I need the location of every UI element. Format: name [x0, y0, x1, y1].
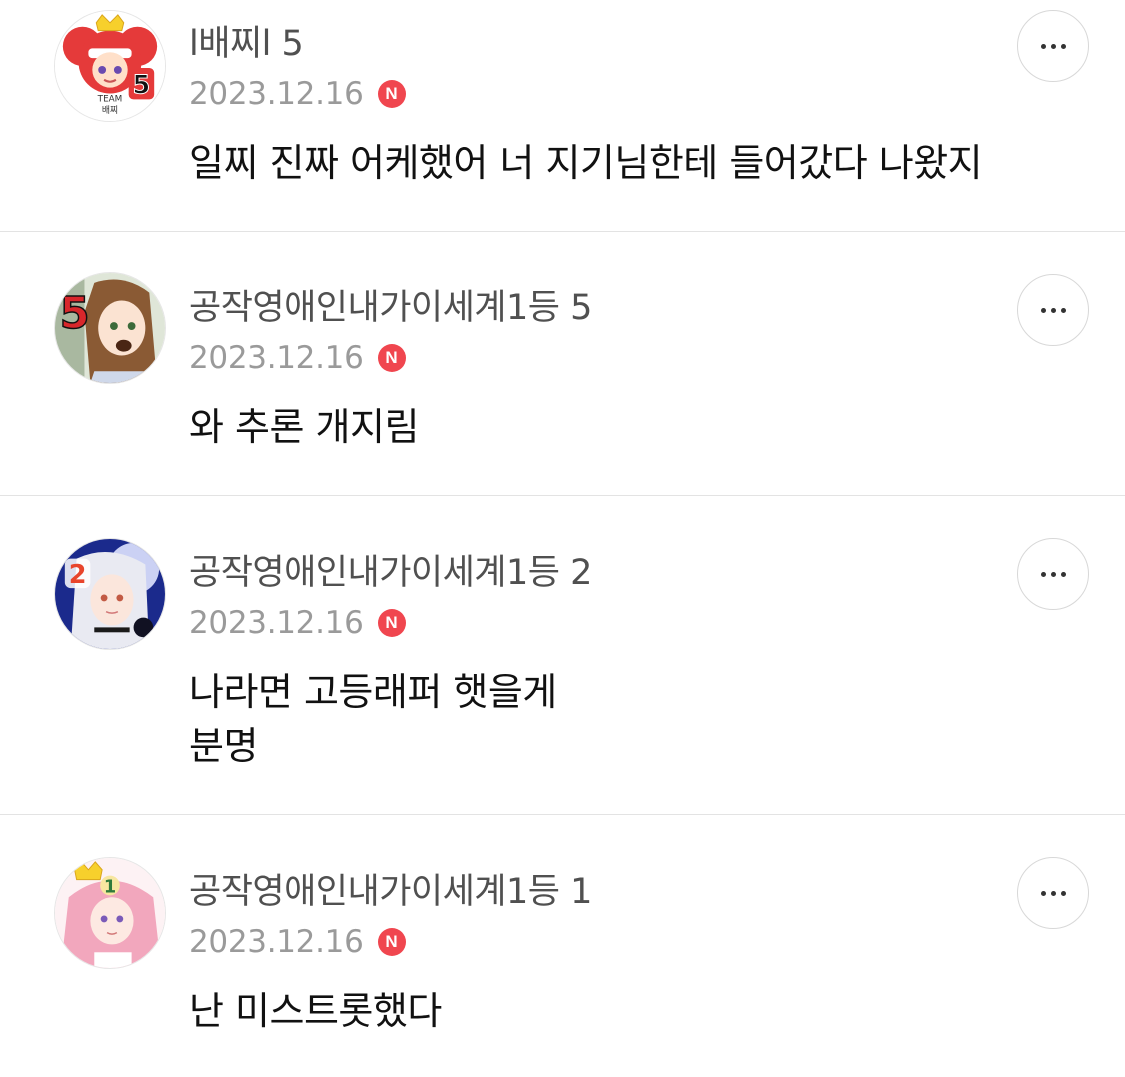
- more-options-button[interactable]: [1017, 538, 1089, 610]
- comment-nickname[interactable]: 공작영애인내가이세계1등 2: [189, 551, 592, 595]
- brown-hair-girl-icon: 5: [55, 273, 165, 383]
- comment-item: 5 공작영애인내가이세계1등 5 2023.12.16 N 와 추론 개지림: [0, 232, 1125, 495]
- comment-date: 2023.12.16: [189, 76, 364, 112]
- comment-text: 일찌 진짜 어케했어 너 지기님한테 들어갔다 나왔지: [189, 141, 983, 185]
- dot-icon: [1060, 43, 1066, 49]
- dot-icon: [1050, 307, 1056, 313]
- more-options-button[interactable]: [1017, 10, 1089, 82]
- dot-icon: [1050, 43, 1056, 49]
- dot-icon: [1050, 571, 1056, 577]
- comment-meta: 2023.12.16 N: [189, 74, 406, 114]
- svg-text:5: 5: [133, 71, 151, 101]
- dot-icon: [1040, 890, 1046, 896]
- svg-text:1: 1: [104, 877, 116, 897]
- comment-nickname[interactable]: 공작영애인내가이세계1등 1: [189, 870, 592, 914]
- dot-icon: [1040, 571, 1046, 577]
- new-badge: N: [377, 344, 406, 372]
- comment-date: 2023.12.16: [189, 605, 364, 641]
- more-options-button[interactable]: [1017, 274, 1089, 346]
- comment-meta: 2023.12.16 N: [189, 922, 406, 962]
- svg-text:5: 5: [60, 289, 90, 339]
- more-options-button[interactable]: [1017, 857, 1089, 929]
- comment-item: 2 공작영애인내가이세계1등 2 2023.12.16 N 나라면 고등래퍼 햇…: [0, 496, 1125, 814]
- pink-hair-girl-icon: 1: [55, 858, 165, 968]
- silver-hair-girl-icon: 2: [55, 539, 165, 649]
- avatar[interactable]: 5 TEAM 배찌: [54, 10, 166, 122]
- avatar[interactable]: 2: [54, 538, 166, 650]
- comment-nickname[interactable]: 공작영애인내가이세계1등 5: [189, 286, 592, 330]
- new-badge: N: [377, 80, 406, 108]
- comment-meta: 2023.12.16 N: [189, 338, 406, 378]
- comment-text: 와 추론 개지림: [189, 405, 419, 449]
- svg-text:배찌: 배찌: [102, 105, 118, 116]
- comment-date: 2023.12.16: [189, 340, 364, 376]
- svg-text:2: 2: [69, 560, 87, 590]
- comment-meta: 2023.12.16 N: [189, 603, 406, 643]
- team-baejji-logo-icon: 5 TEAM 배찌: [55, 11, 165, 121]
- dot-icon: [1050, 890, 1056, 896]
- new-badge: N: [377, 928, 406, 956]
- comment-nickname[interactable]: l배찌l 5: [189, 22, 304, 66]
- new-badge: N: [377, 609, 406, 637]
- comment-text: 분명: [189, 724, 258, 768]
- avatar[interactable]: 1: [54, 857, 166, 969]
- dot-icon: [1060, 890, 1066, 896]
- dot-icon: [1060, 571, 1066, 577]
- comment-item: 1 공작영애인내가이세계1등 1 2023.12.16 N 난 미스트롯했다: [0, 815, 1125, 1077]
- comment-text: 난 미스트롯했다: [189, 989, 442, 1033]
- dot-icon: [1060, 307, 1066, 313]
- dot-icon: [1040, 307, 1046, 313]
- comment-item: 5 TEAM 배찌 l배찌l 5 2023.12.16 N 일찌 진짜 어케했어…: [0, 0, 1125, 231]
- comment-text: 나라면 고등래퍼 햇을게: [189, 670, 557, 714]
- avatar[interactable]: 5: [54, 272, 166, 384]
- svg-text:TEAM: TEAM: [97, 94, 123, 104]
- dot-icon: [1040, 43, 1046, 49]
- comment-date: 2023.12.16: [189, 924, 364, 960]
